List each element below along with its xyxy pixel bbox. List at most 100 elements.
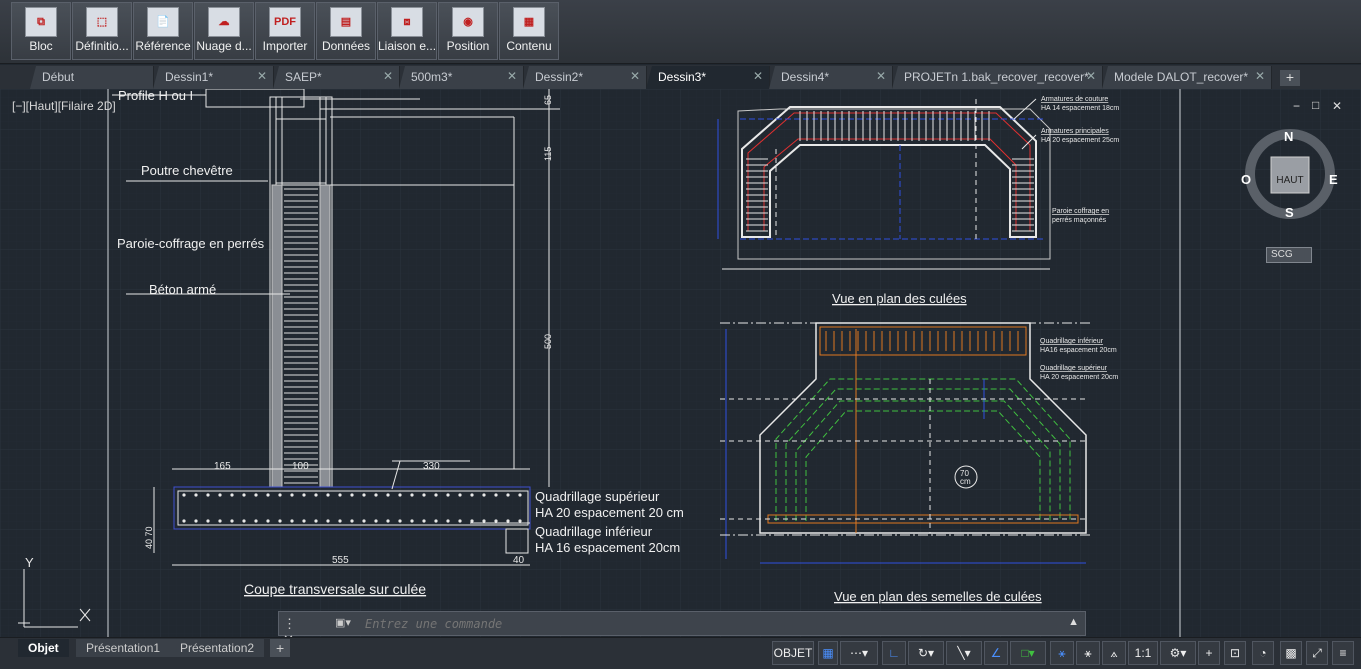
note-footing-bottom-spec: HA16 espacement 20cm [1040, 347, 1117, 354]
viewport-maximize-button[interactable]: □ [1312, 98, 1319, 112]
file-tab-label: PROJETn 1.bak_recover_recover* [904, 70, 1089, 84]
ribbon-button-4[interactable]: ☁ Nuage d... [194, 2, 254, 60]
rebar-dot [494, 519, 498, 523]
ribbon-button-6[interactable]: ▤ Données [316, 2, 376, 60]
settings-gear-icon[interactable]: ⚙▾ [1160, 641, 1196, 665]
rebar-dot [398, 493, 402, 497]
viewcube-top-face[interactable]: HAUT [1273, 175, 1307, 186]
file-tab-5[interactable]: Dessin2* ✕ [523, 66, 647, 89]
ribbon-button-9[interactable]: ▦ Contenu [499, 2, 559, 60]
compass-east[interactable]: E [1329, 172, 1338, 187]
close-tab-icon[interactable]: ✕ [876, 69, 886, 83]
object-snap-icon[interactable]: □▾ [1010, 641, 1046, 665]
note-footing-top: Quadrillage supérieur [1040, 365, 1108, 372]
rebar-dot [182, 493, 186, 497]
rebar-dot [278, 493, 282, 497]
rebar-dot [230, 493, 234, 497]
ucs-y-label: Y [25, 555, 34, 570]
close-tab-icon[interactable]: ✕ [1255, 69, 1265, 83]
layout-tab-1[interactable]: Objet [18, 639, 69, 657]
annotation-scale-icon[interactable]: ⚹ [1076, 641, 1100, 665]
viewport-controls-label[interactable]: [−][Haut][Filaire 2D] [12, 99, 116, 113]
fullscreen-icon[interactable]: ⤢ [1306, 641, 1328, 665]
viewport-close-button[interactable]: ✕ [1332, 99, 1342, 113]
customize-menu-icon[interactable]: ≡ [1332, 641, 1354, 665]
close-tab-icon[interactable]: ✕ [753, 69, 763, 83]
close-tab-icon[interactable]: ✕ [383, 69, 393, 83]
rebar-dot [434, 493, 438, 497]
ribbon-button-label: Importer [262, 39, 308, 53]
command-grip-icon[interactable]: ⋮ ✕ 🔧 [279, 612, 309, 663]
close-tab-icon[interactable]: ✕ [630, 69, 640, 83]
rebar-dot [194, 493, 198, 497]
data-extraction-icon: ▤ [330, 7, 362, 37]
file-tab-9[interactable]: Modele DALOT_recover* ✕ [1102, 66, 1272, 89]
hardware-acceleration-icon[interactable]: ◔ [1252, 641, 1274, 665]
rebar-dot [338, 519, 342, 523]
isodraft-toggle-icon[interactable]: ╲▾ [946, 641, 982, 665]
rebar-dot [314, 519, 318, 523]
rebar-dot [518, 519, 522, 523]
scale-dropdown[interactable]: 1:1 [1128, 641, 1158, 665]
annotation-visibility-icon[interactable]: ⚹ [1050, 641, 1074, 665]
new-tab-button[interactable]: + [1280, 70, 1300, 86]
compass-south[interactable]: S [1285, 205, 1294, 220]
rebar-dot [182, 519, 186, 523]
dim-40: 40 [513, 555, 525, 566]
snap-toggle-icon[interactable]: ⋯▾ [840, 641, 878, 665]
close-tab-icon[interactable]: ✕ [1086, 69, 1096, 83]
ribbon-button-label: Données [321, 39, 371, 53]
rebar-dot [446, 519, 450, 523]
rebar-dot [482, 519, 486, 523]
polar-toggle-icon[interactable]: ↻▾ [908, 641, 944, 665]
rebar-dot [350, 519, 354, 523]
layout-tab-3[interactable]: Présentation2 [170, 639, 265, 657]
workspace-icon[interactable]: ⟑ [1102, 641, 1126, 665]
file-tab-6[interactable]: Dessin3* ✕ [646, 66, 770, 89]
clean-screen-icon[interactable]: ▩ [1280, 641, 1302, 665]
footing-marker-unit: cm [960, 477, 971, 486]
ribbon-button-2[interactable]: ⬚ Définitio... [72, 2, 132, 60]
model-space-button[interactable]: OBJET [772, 641, 814, 665]
compass-north[interactable]: N [1284, 129, 1293, 144]
ribbon-button-1[interactable]: ⧉ Bloc [11, 2, 71, 60]
ribbon-button-3[interactable]: 📄 Référence [133, 2, 193, 60]
add-icon[interactable]: + [1198, 641, 1220, 665]
isolate-objects-icon[interactable]: ⊡ [1224, 641, 1246, 665]
command-input[interactable] [365, 615, 1055, 633]
rebar-dot [506, 493, 510, 497]
file-tab-8[interactable]: PROJETn 1.bak_recover_recover* ✕ [892, 66, 1103, 89]
ribbon-button-label: Liaison e... [378, 39, 436, 53]
grid-toggle-icon[interactable]: ▦ [818, 641, 838, 665]
ribbon-button-8[interactable]: ◉ Position [438, 2, 498, 60]
rebar-dot [374, 493, 378, 497]
file-tab-2[interactable]: Dessin1* ✕ [153, 66, 274, 89]
rebar-dot [230, 519, 234, 523]
ortho-toggle-icon[interactable]: ∟ [882, 641, 906, 665]
ribbon-panel: ⧉ Bloc ⬚ Définitio... 📄 Référence ☁ Nuage d... P… [0, 0, 1361, 64]
compass-west[interactable]: O [1241, 172, 1251, 187]
file-tab-1[interactable]: Début [30, 66, 154, 89]
layout-tab-2[interactable]: Présentation1 [76, 639, 171, 657]
point-cloud-icon: ☁ [208, 7, 240, 37]
close-tab-icon[interactable]: ✕ [507, 69, 517, 83]
ribbon-button-label: Définitio... [75, 39, 129, 53]
ribbon-button-5[interactable]: PDF Importer [255, 2, 315, 60]
viewport-minimize-button[interactable]: − [1293, 99, 1300, 113]
command-prompt-icon[interactable]: ▣▾ [335, 616, 357, 632]
drawing-canvas[interactable]: Profile H ou I Poutre chevêtre Paroie-co… [0, 89, 1361, 637]
rebar-dot [410, 519, 414, 523]
command-history-icon[interactable]: ▲ [1068, 616, 1079, 628]
file-tab-7[interactable]: Dessin4* ✕ [769, 66, 893, 89]
osnap-toggle-icon[interactable]: ∠ [984, 641, 1008, 665]
dim-100: 100 [292, 461, 309, 472]
close-tab-icon[interactable]: ✕ [257, 69, 267, 83]
rebar-dot [518, 493, 522, 497]
file-tab-4[interactable]: 500m3* ✕ [399, 66, 524, 89]
viewcube-compass[interactable]: N S E O HAUT [1241, 127, 1338, 221]
add-layout-button[interactable]: + [270, 639, 291, 657]
label-wall: Paroie-coffrage en perrés [117, 236, 265, 251]
file-tab-3[interactable]: SAEP* ✕ [273, 66, 400, 89]
ribbon-button-7[interactable]: ⧈ Liaison e... [377, 2, 437, 60]
ucs-menu-button[interactable]: SCG [1266, 247, 1312, 263]
